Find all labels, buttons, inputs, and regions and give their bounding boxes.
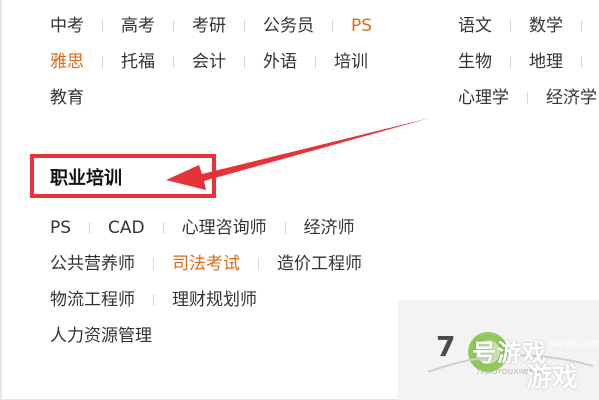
link-zaojia-gongchengshi[interactable]: 造价工程师 xyxy=(277,253,362,275)
separator xyxy=(527,92,528,104)
separator xyxy=(89,222,91,234)
link-jingjishi[interactable]: 经济师 xyxy=(304,217,355,239)
separator xyxy=(315,56,316,68)
link-dili[interactable]: 地理 xyxy=(529,51,563,73)
watermark-seven: 7 xyxy=(436,330,456,363)
separator xyxy=(581,56,582,68)
link-jingjixue[interactable]: 经济学 xyxy=(546,87,597,109)
vocational-row-1: PS CAD 心理咨询师 经济师 xyxy=(50,217,355,239)
separator xyxy=(244,56,245,68)
separator xyxy=(258,258,259,270)
link-peixun[interactable]: 培训 xyxy=(334,51,368,73)
subject-row-1: 语文 数学 xyxy=(458,15,599,37)
annotation-highlight-box xyxy=(30,154,216,198)
exam-category-row-1: 中考 高考 考研 公务员 PS xyxy=(50,15,372,37)
vocational-row-4: 人力资源管理 xyxy=(50,325,152,347)
link-voc-ps[interactable]: PS xyxy=(50,217,71,239)
link-gongwuyuan[interactable]: 公务员 xyxy=(263,15,314,37)
link-renli-ziyuan[interactable]: 人力资源管理 xyxy=(50,325,152,347)
link-jiaoyu[interactable]: 教育 xyxy=(50,87,84,109)
link-waiyu[interactable]: 外语 xyxy=(263,51,297,73)
separator xyxy=(153,294,154,306)
separator xyxy=(102,56,103,68)
link-tuofu[interactable]: 托福 xyxy=(121,51,155,73)
separator xyxy=(332,20,333,32)
vocational-row-2: 公共营养师 司法考试 造价工程师 xyxy=(50,253,362,275)
separator xyxy=(581,20,582,32)
link-cad[interactable]: CAD xyxy=(108,217,145,239)
link-kuaiji[interactable]: 会计 xyxy=(192,51,226,73)
exam-category-row-2: 雅思 托福 会计 外语 培训 xyxy=(50,51,368,73)
watermark-game-text: 游戏 xyxy=(526,363,579,393)
separator xyxy=(244,20,245,32)
link-xinlixue[interactable]: 心理学 xyxy=(458,87,509,109)
link-zhongkao[interactable]: 中考 xyxy=(50,15,84,37)
separator xyxy=(173,56,174,68)
vocational-row-3: 物流工程师 理财规划师 xyxy=(50,289,257,311)
link-ps[interactable]: PS xyxy=(351,15,372,37)
separator xyxy=(153,258,154,270)
link-kaoyan[interactable]: 考研 xyxy=(192,15,226,37)
separator xyxy=(510,20,511,32)
link-yuwen[interactable]: 语文 xyxy=(458,15,492,37)
watermark-domain: xiayx.com xyxy=(548,336,599,349)
separator xyxy=(284,222,286,234)
separator xyxy=(173,20,174,32)
link-shengwu[interactable]: 生物 xyxy=(458,51,492,73)
separator xyxy=(162,222,164,234)
link-wuliu-gongchengshi[interactable]: 物流工程师 xyxy=(50,289,135,311)
link-gaokao[interactable]: 高考 xyxy=(121,15,155,37)
exam-category-row-3: 教育 xyxy=(50,87,84,109)
separator xyxy=(510,56,511,68)
subject-row-2: 生物 地理 xyxy=(458,51,599,73)
link-sifa-kaoshi[interactable]: 司法考试 xyxy=(172,253,240,275)
link-yasi[interactable]: 雅思 xyxy=(50,51,84,73)
link-licai-guihuashi[interactable]: 理财规划师 xyxy=(172,289,257,311)
link-gonggong-yingyangshi[interactable]: 公共营养师 xyxy=(50,253,135,275)
link-shuxue[interactable]: 数学 xyxy=(529,15,563,37)
subject-row-3: 心理学 经济学 xyxy=(458,87,597,109)
content-frame-left-border xyxy=(0,0,2,400)
link-xinli-zixunshi[interactable]: 心理咨询师 xyxy=(182,217,267,239)
separator xyxy=(102,20,103,32)
